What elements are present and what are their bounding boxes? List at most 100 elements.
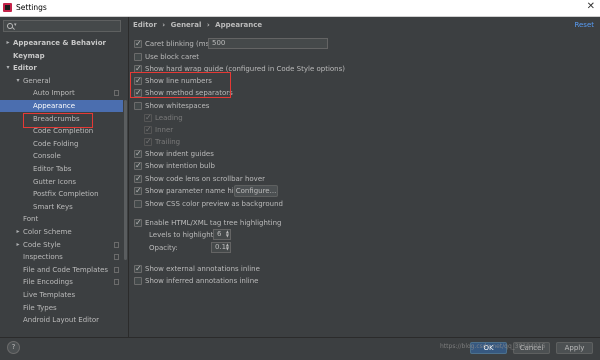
sidebar-item-label: General [23,76,51,85]
spinner-arrows-icon[interactable]: ▲ ▼ [226,243,229,251]
sidebar-item-android-layout-editor[interactable]: Android Layout Editor [0,314,123,326]
breadcrumb-separator: › [162,21,166,29]
inner-label: Inner [155,126,174,134]
sidebar-item-label: Live Templates [23,291,76,299]
sidebar-item-label: Gutter Icons [33,177,77,186]
sidebar-item-label: File and Code Templates [23,265,109,274]
code-lens-checkbox[interactable] [134,173,142,184]
sidebar-item-code-folding[interactable]: Code Folding [0,138,123,150]
param-hints-label: Show parameter name hints [145,187,245,195]
breadcrumb: Editor › General › Appearance [133,21,265,29]
caret-blinking-checkbox[interactable] [134,38,142,49]
window-title: Settings [16,3,47,12]
sidebar-item-inspections[interactable]: Inspections [0,251,123,263]
app-logo-icon [3,3,12,12]
sidebar-item-auto-import[interactable]: Auto Import [0,87,123,99]
sidebar-item-label: Appearance [33,102,76,110]
opacity-value: 0.1 [215,243,227,251]
sidebar-item-label: Editor Tabs [33,165,72,173]
sidebar-item-label: Smart Keys [33,202,73,211]
leading-label: Leading [155,114,183,122]
sidebar-item-appearance[interactable]: Appearance [0,100,123,112]
sidebar-scrollbar[interactable] [123,37,128,337]
project-scope-icon [114,241,119,248]
title-bar: Settings ✕ [0,0,600,17]
configure-button[interactable]: Configure... [234,185,278,197]
chevron-right-icon[interactable]: ▸ [14,239,22,251]
levels-label: Levels to highlight: [149,231,216,239]
sidebar-item-code-style[interactable]: ▸ Code Style [0,239,123,251]
breadcrumb-general[interactable]: General [171,21,202,29]
intention-bulb-checkbox[interactable] [134,160,142,171]
sidebar-item-smart-keys[interactable]: Smart Keys [0,201,123,213]
css-preview-label: Show CSS color preview as background [145,200,283,208]
inferred-annotations-checkbox[interactable] [134,277,142,285]
help-icon[interactable]: ? [7,341,20,354]
sidebar-item-label: Android Layout Editor [23,316,100,325]
sidebar-item-label: Editor [13,64,37,73]
highlight-annotation-box [23,113,93,128]
project-scope-icon [114,279,119,286]
indent-guides-checkbox[interactable] [134,148,142,159]
leading-checkbox[interactable] [144,112,152,123]
ext-annotations-label: Show external annotations inline [145,265,260,273]
sidebar-item-file-types[interactable]: File Types [0,302,123,314]
ext-annotations-checkbox[interactable] [134,263,142,274]
settings-sidebar: ▾ ▸ Appearance & Behavior Keymap ▾ Editor ▾ Ge… [0,17,129,359]
sidebar-item-label: Inspections [23,253,63,262]
sidebar-item-label: Font [23,215,39,224]
scrollbar-thumb[interactable] [124,100,127,260]
chevron-down-icon[interactable]: ▾ [14,75,22,87]
sidebar-item-general[interactable]: ▾ General [0,75,123,87]
intention-bulb-label: Show intention bulb [145,162,215,170]
chevron-right-icon[interactable]: ▸ [14,226,22,238]
search-input[interactable]: ▾ [3,20,121,32]
sidebar-item-color-scheme[interactable]: ▸ Color Scheme [0,226,123,238]
sidebar-item-appearance-behavior[interactable]: ▸ Appearance & Behavior [0,37,123,49]
sidebar-item-label: File Types [23,303,57,312]
sidebar-item-editor[interactable]: ▾ Editor [0,62,123,74]
levels-spinner[interactable]: 6 ▲ ▼ [213,229,231,240]
project-scope-icon [114,254,119,261]
sidebar-item-file-encodings[interactable]: File Encodings [0,276,123,288]
sidebar-item-file-and-code-templates[interactable]: File and Code Templates [0,264,123,276]
sidebar-item-editor-tabs[interactable]: Editor Tabs [0,163,123,175]
close-icon[interactable]: ✕ [587,1,595,13]
sidebar-item-gutter-icons[interactable]: Gutter Icons [0,176,123,188]
block-caret-checkbox[interactable] [134,53,142,61]
search-icon [7,23,13,29]
sidebar-item-label: Color Scheme [23,228,72,236]
watermark-text: https://blog.csdn.net/qq_38194016 [440,343,546,350]
html-highlight-checkbox[interactable] [134,217,142,228]
html-highlight-label: Enable HTML/XML tag tree highlighting [145,219,282,227]
caret-blinking-label: Caret blinking (ms): [145,40,215,48]
sidebar-item-keymap[interactable]: Keymap [0,50,123,62]
sidebar-item-label: Console [33,152,61,161]
highlight-annotation-box [130,72,231,98]
sidebar-item-live-templates[interactable]: Live Templates [0,289,123,301]
trailing-checkbox[interactable] [144,136,152,147]
sidebar-item-font[interactable]: Font [0,213,123,225]
inner-checkbox[interactable] [144,124,152,135]
chevron-right-icon[interactable]: ▸ [4,37,12,49]
search-dropdown-icon[interactable]: ▾ [14,22,17,28]
whitespaces-checkbox[interactable] [134,102,142,110]
reset-link[interactable]: Reset [574,21,594,29]
chevron-down-icon[interactable]: ▾ [4,62,12,74]
breadcrumb-editor[interactable]: Editor [133,21,157,29]
sidebar-item-label: File Encodings [23,278,73,287]
block-caret-label: Use block caret [145,53,200,61]
trailing-label: Trailing [155,138,181,146]
sidebar-item-postfix-completion[interactable]: Postfix Completion [0,188,123,200]
breadcrumb-separator: › [206,21,210,29]
param-hints-checkbox[interactable] [134,185,142,196]
opacity-spinner[interactable]: 0.1 ▲ ▼ [211,242,231,253]
apply-button[interactable]: Apply [556,342,593,354]
caret-blinking-field[interactable]: 500 [208,38,328,49]
sidebar-item-label: Code Folding [33,139,79,148]
spinner-arrows-icon[interactable]: ▲ ▼ [226,230,229,238]
sidebar-item-label: Keymap [13,51,45,60]
sidebar-item-console[interactable]: Console [0,150,123,162]
css-preview-checkbox[interactable] [134,200,142,208]
sidebar-item-label: Postfix Completion [33,190,99,199]
